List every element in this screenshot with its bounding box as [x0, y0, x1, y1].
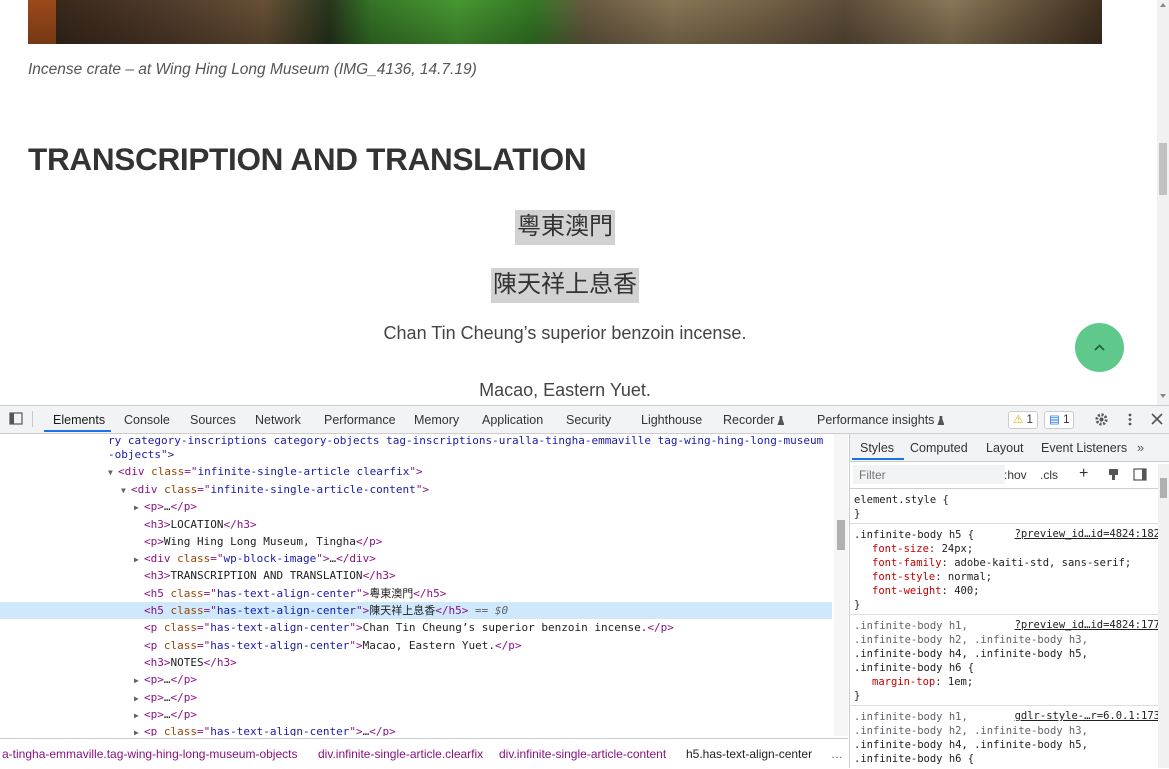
- dom-scrollbar-thumb[interactable]: [837, 520, 845, 550]
- styles-tab-bar: Styles Computed Layout Event Listeners »: [850, 434, 1169, 462]
- tab-computed[interactable]: Computed: [910, 441, 968, 455]
- dom-node-p-notes-3[interactable]: ▶ <p>…</p>: [134, 706, 832, 723]
- tab-console[interactable]: Console: [124, 413, 170, 427]
- devtools-tab-bar: Elements Console Sources Network Perform…: [0, 406, 1169, 434]
- dom-node-h3-location[interactable]: <h3>LOCATION</h3>: [144, 516, 832, 533]
- styles-filter-bar: :hov .cls +: [850, 462, 1169, 489]
- section-heading: TRANSCRIPTION AND TRANSLATION: [28, 141, 587, 177]
- rule-infinite-body-h5[interactable]: .infinite-body h5 { ?preview_id…id=4824:…: [850, 524, 1162, 615]
- toggle-sidebar-icon[interactable]: [1133, 468, 1147, 481]
- dom-node-p-location[interactable]: <p>Wing Hing Long Museum, Tingha</p>: [144, 533, 832, 550]
- tab-performance-insights[interactable]: Performance insights: [817, 413, 945, 427]
- tab-sources[interactable]: Sources: [190, 413, 236, 427]
- dom-node-p-center-2[interactable]: <p class="has-text-align-center">Macao, …: [144, 637, 832, 654]
- page-scrollbar[interactable]: [1157, 0, 1169, 405]
- message-icon: ▤: [1049, 414, 1060, 426]
- styles-scrollbar-thumb[interactable]: [1160, 478, 1167, 498]
- back-to-top-button[interactable]: [1075, 323, 1124, 372]
- tab-event-listeners[interactable]: Event Listeners: [1041, 441, 1127, 455]
- warnings-badge[interactable]: ⚠ 1: [1008, 411, 1038, 429]
- dom-line-class-end: -objects">: [108, 448, 175, 461]
- tab-application[interactable]: Application: [482, 413, 543, 427]
- dom-node-h5-1[interactable]: <h5 class="has-text-align-center">粵東澳門</…: [144, 585, 832, 602]
- dom-node-p-center-3[interactable]: ▶ <p class="has-text-align-center">…</p>: [134, 723, 832, 736]
- styles-filter-input[interactable]: [853, 465, 1005, 484]
- more-tabs-chevron-icon[interactable]: »: [1137, 441, 1144, 455]
- experiment-flask-icon: [937, 416, 945, 425]
- breadcrumb-overflow[interactable]: …: [831, 747, 843, 761]
- dom-node-h5-2-selected[interactable]: <h5 class="has-text-align-center">陳天祥上息香…: [0, 602, 832, 619]
- tab-elements[interactable]: Elements: [53, 413, 105, 427]
- tab-memory[interactable]: Memory: [414, 413, 459, 427]
- dom-node-h3-notes[interactable]: <h3>NOTES</h3>: [144, 654, 832, 671]
- dom-tree[interactable]: ry category-inscriptions category-object…: [0, 434, 832, 736]
- experiment-flask-icon: [777, 416, 785, 425]
- rule1-source-link[interactable]: ?preview_id…id=4824:182: [1015, 528, 1160, 540]
- devtools-panel: Elements Console Sources Network Perform…: [0, 405, 1169, 769]
- translation-line-2: Macao, Eastern Yuet.: [479, 380, 651, 400]
- dom-tree-scrollbar[interactable]: [834, 434, 848, 736]
- breadcrumb-item-body[interactable]: a-tingha-emmaville.tag-wing-hing-long-mu…: [2, 747, 297, 761]
- dom-node-article-content[interactable]: ▼ <div class="infinite-single-article-con…: [121, 481, 832, 498]
- tab-layout[interactable]: Layout: [986, 441, 1024, 455]
- breadcrumb-item-article[interactable]: div.infinite-single-article.clearfix: [318, 747, 483, 761]
- element-state-icon[interactable]: [1107, 468, 1120, 481]
- messages-badge[interactable]: ▤ 1: [1044, 411, 1075, 429]
- translation-line-1: Chan Tin Cheung’s superior benzoin incen…: [383, 323, 747, 343]
- incense-crate-photo: [28, 0, 1102, 44]
- scroll-down-arrow-icon[interactable]: [1160, 394, 1166, 398]
- chinese-line-2: 陳天祥上息香: [0, 264, 1130, 303]
- dom-node-image[interactable]: ▶ <div class="wp-block-image">…</div>: [134, 550, 832, 567]
- image-caption: Incense crate – at Wing Hing Long Museum…: [28, 61, 477, 78]
- close-icon[interactable]: [1151, 413, 1163, 425]
- breadcrumb-item-article-content[interactable]: div.infinite-single-article-content: [499, 747, 666, 761]
- rule-element-style[interactable]: element.style { }: [850, 489, 1162, 524]
- settings-gear-icon[interactable]: [1094, 412, 1109, 427]
- rule-gdlr-style[interactable]: .infinite-body h1, gdlr-style-…r=6.0.1:1…: [850, 706, 1162, 768]
- tab-network[interactable]: Network: [255, 413, 301, 427]
- cls-toggle[interactable]: .cls: [1040, 468, 1058, 482]
- scroll-up-arrow-icon[interactable]: [1160, 3, 1166, 7]
- hov-toggle[interactable]: :hov: [1004, 468, 1027, 482]
- rule-infinite-body-headings[interactable]: .infinite-body h1, ?preview_id…id=4824:1…: [850, 615, 1162, 706]
- rule2-source-link[interactable]: ?preview_id…id=4824:177: [1015, 619, 1160, 631]
- tab-recorder[interactable]: Recorder: [723, 413, 785, 427]
- dom-node-p-1[interactable]: ▶ <p>…</p>: [134, 498, 832, 515]
- more-options-icon[interactable]: [1127, 412, 1133, 427]
- tab-security[interactable]: Security: [566, 413, 611, 427]
- dom-node-article[interactable]: ▼ <div class="infinite-single-article cle…: [108, 463, 832, 480]
- dom-node-p-notes-2[interactable]: ▶ <p>…</p>: [134, 689, 832, 706]
- styles-scrollbar[interactable]: [1158, 464, 1169, 768]
- chinese-line-1: 粵東澳門: [0, 206, 1130, 245]
- tab-performance[interactable]: Performance: [324, 413, 396, 427]
- warning-icon: ⚠: [1013, 414, 1024, 426]
- breadcrumb-item-h5[interactable]: h5.has-text-align-center: [686, 747, 812, 761]
- dom-node-p-center-1[interactable]: <p class="has-text-align-center">Chan Ti…: [144, 619, 832, 636]
- rule3-source-link[interactable]: gdlr-style-…r=6.0.1:173: [1015, 710, 1160, 722]
- tab-lighthouse[interactable]: Lighthouse: [641, 413, 702, 427]
- styles-pane: Styles Computed Layout Event Listeners »…: [849, 434, 1169, 768]
- dom-node-h3-transcription[interactable]: <h3>TRANSCRIPTION AND TRANSLATION</h3>: [144, 567, 832, 584]
- breadcrumb: a-tingha-emmaville.tag-wing-hing-long-mu…: [0, 738, 848, 769]
- tab-styles[interactable]: Styles: [860, 441, 894, 455]
- dom-node-p-notes-1[interactable]: ▶ <p>…</p>: [134, 671, 832, 688]
- page-scrollbar-thumb[interactable]: [1159, 143, 1167, 195]
- web-page-viewport: Incense crate – at Wing Hing Long Museum…: [0, 0, 1169, 405]
- chevron-up-icon: [1094, 344, 1105, 351]
- dock-side-icon[interactable]: [9, 412, 24, 426]
- style-rules-list: element.style { } .infinite-body h5 { ?p…: [850, 489, 1162, 768]
- new-style-rule-icon[interactable]: +: [1079, 465, 1088, 483]
